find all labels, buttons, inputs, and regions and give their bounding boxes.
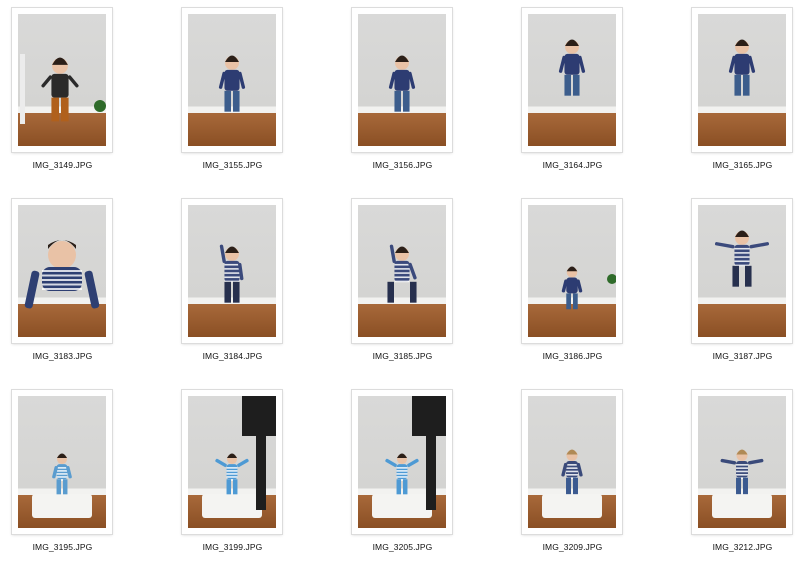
filename-label[interactable]: IMG_3187.JPG (680, 351, 800, 361)
thumbnail-illustration (561, 266, 616, 310)
filename-label[interactable]: IMG_3212.JPG (680, 542, 800, 552)
thumbnail[interactable] (522, 390, 622, 534)
filename-label[interactable]: IMG_3185.JPG (340, 351, 465, 361)
thumbnail[interactable] (182, 8, 282, 152)
thumbnail[interactable] (352, 199, 452, 343)
thumbnail[interactable] (692, 390, 792, 534)
photo-thumbnail (358, 396, 446, 528)
thumbnail-illustration (32, 453, 92, 518)
filename-label[interactable]: IMG_3149.JPG (0, 160, 125, 170)
file-item[interactable]: IMG_3205.JPG (340, 382, 500, 571)
photo-thumbnail (18, 396, 106, 528)
thumbnail-illustration (24, 240, 100, 309)
photo-thumbnail (18, 14, 106, 146)
thumbnail-illustration (714, 230, 770, 287)
photo-thumbnail (528, 205, 616, 337)
thumbnail[interactable] (352, 390, 452, 534)
filename-label[interactable]: IMG_3205.JPG (340, 542, 465, 552)
file-grid: IMG_3149.JPG IMG_3155.JPG IMG_3156.JPG I… (0, 0, 800, 567)
file-item[interactable]: IMG_3185.JPG (340, 191, 500, 380)
thumbnail-illustration (218, 55, 246, 112)
thumbnail[interactable] (12, 199, 112, 343)
thumbnail[interactable] (352, 8, 452, 152)
file-item[interactable]: IMG_3149.JPG (0, 0, 160, 189)
photo-thumbnail (528, 14, 616, 146)
thumbnail-illustration (388, 55, 416, 112)
photo-thumbnail (18, 205, 106, 337)
thumbnail[interactable] (12, 8, 112, 152)
filename-label[interactable]: IMG_3155.JPG (170, 160, 295, 170)
file-item[interactable]: IMG_3187.JPG (680, 191, 800, 380)
filename-label[interactable]: IMG_3165.JPG (680, 160, 800, 170)
file-item[interactable]: IMG_3186.JPG (510, 191, 670, 380)
photo-thumbnail (188, 396, 276, 528)
thumbnail[interactable] (692, 199, 792, 343)
filename-label[interactable]: IMG_3156.JPG (340, 160, 465, 170)
file-item[interactable]: IMG_3199.JPG (170, 382, 330, 571)
photo-thumbnail (358, 14, 446, 146)
thumbnail[interactable] (692, 8, 792, 152)
thumbnail-illustration (372, 396, 446, 518)
thumbnail-illustration (558, 39, 586, 96)
file-item[interactable]: IMG_3195.JPG (0, 382, 160, 571)
file-item[interactable]: IMG_3164.JPG (510, 0, 670, 189)
file-item[interactable]: IMG_3209.JPG (510, 382, 670, 571)
thumbnail-illustration (542, 449, 602, 518)
thumbnail-illustration (387, 244, 417, 303)
photo-thumbnail (188, 205, 276, 337)
thumbnail-illustration (219, 244, 244, 303)
thumbnail-illustration (202, 396, 276, 518)
thumbnail-illustration (712, 449, 772, 518)
file-item[interactable]: IMG_3156.JPG (340, 0, 500, 189)
filename-label[interactable]: IMG_3209.JPG (510, 542, 635, 552)
thumbnail[interactable] (12, 390, 112, 534)
thumbnail[interactable] (182, 199, 282, 343)
file-item[interactable]: IMG_3155.JPG (170, 0, 330, 189)
filename-label[interactable]: IMG_3183.JPG (0, 351, 125, 361)
photo-thumbnail (698, 396, 786, 528)
photo-thumbnail (188, 14, 276, 146)
thumbnail-illustration (728, 39, 756, 96)
thumbnail[interactable] (182, 390, 282, 534)
photo-thumbnail (698, 14, 786, 146)
thumbnail[interactable] (522, 199, 622, 343)
file-item[interactable]: IMG_3165.JPG (680, 0, 800, 189)
filename-label[interactable]: IMG_3186.JPG (510, 351, 635, 361)
filename-label[interactable]: IMG_3199.JPG (170, 542, 295, 552)
photo-thumbnail (358, 205, 446, 337)
photo-thumbnail (698, 205, 786, 337)
file-item[interactable]: IMG_3183.JPG (0, 191, 160, 380)
file-item[interactable]: IMG_3212.JPG (680, 382, 800, 571)
photo-thumbnail (528, 396, 616, 528)
thumbnail-illustration (20, 54, 106, 124)
filename-label[interactable]: IMG_3164.JPG (510, 160, 635, 170)
filename-label[interactable]: IMG_3184.JPG (170, 351, 295, 361)
file-item[interactable]: IMG_3184.JPG (170, 191, 330, 380)
filename-label[interactable]: IMG_3195.JPG (0, 542, 125, 552)
thumbnail[interactable] (522, 8, 622, 152)
